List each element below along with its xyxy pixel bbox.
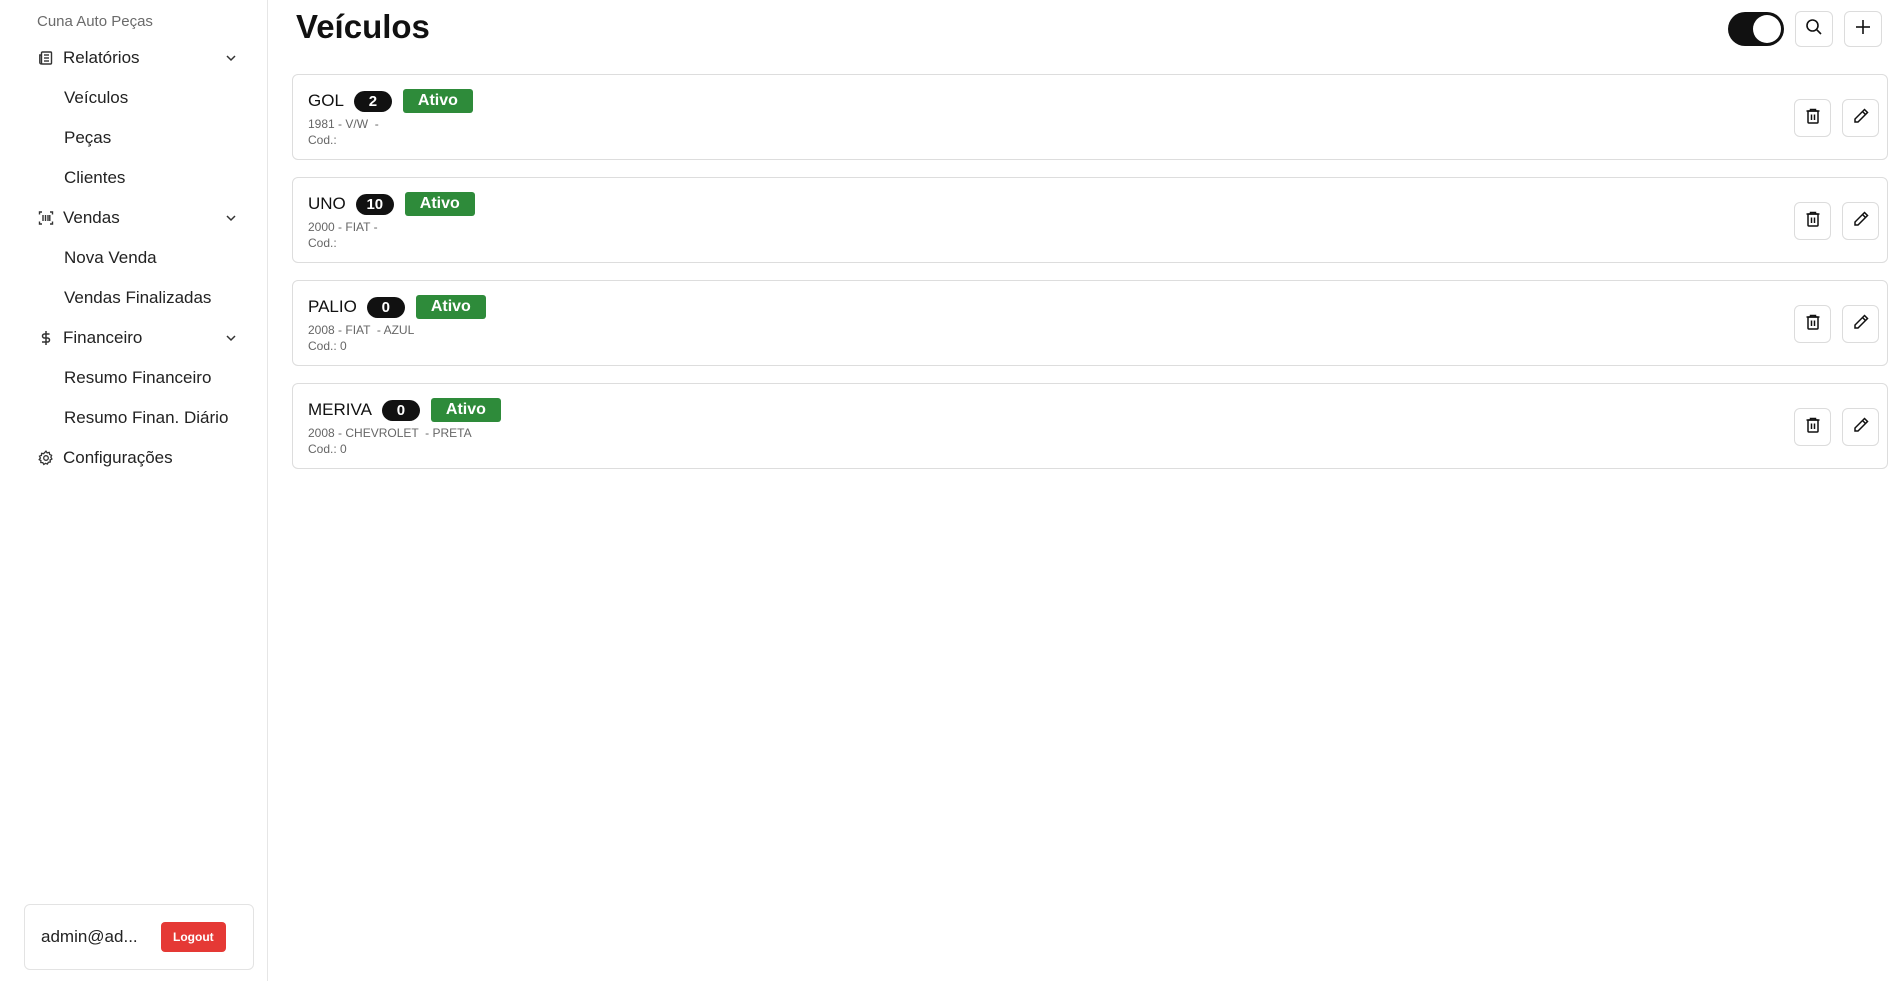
sidebar-nav: Relatórios Veículos Peças Clientes Venda… [0, 38, 268, 478]
main-content: Veículos GOL 2 Ativo 1981 - V/W - Cod.: … [268, 0, 1900, 981]
delete-button[interactable] [1794, 202, 1831, 240]
vehicle-name: GOL [308, 91, 344, 110]
pencil-icon [1852, 313, 1870, 336]
nav-group-financeiro[interactable]: Financeiro [0, 318, 268, 358]
dollar-icon [37, 329, 55, 347]
edit-button[interactable] [1842, 305, 1879, 343]
vehicle-code: Cod.: [308, 133, 337, 147]
trash-icon [1804, 107, 1822, 130]
sidebar-item-clientes[interactable]: Clientes [0, 158, 268, 198]
theme-toggle[interactable] [1728, 12, 1784, 46]
vehicle-card[interactable]: PALIO 0 Ativo 2008 - FIAT - AZUL Cod.: 0 [292, 280, 1888, 366]
sidebar-item-nova-venda[interactable]: Nova Venda [0, 238, 268, 278]
vehicle-details: 2000 - FIAT - [308, 220, 378, 234]
vehicle-details: 2008 - CHEVROLET - PRETA [308, 426, 472, 440]
vehicle-card[interactable]: MERIVA 0 Ativo 2008 - CHEVROLET - PRETA … [292, 383, 1888, 469]
status-badge: Ativo [430, 398, 501, 422]
vehicle-card[interactable]: GOL 2 Ativo 1981 - V/W - Cod.: [292, 74, 1888, 160]
vehicle-name: UNO [308, 194, 346, 213]
quantity-badge: 10 [355, 193, 394, 215]
edit-button[interactable] [1842, 99, 1879, 137]
status-badge: Ativo [402, 89, 473, 113]
plus-icon [1854, 18, 1872, 41]
quantity-badge: 0 [366, 296, 405, 318]
user-box: admin@ad... Logout [24, 904, 254, 970]
vehicle-card[interactable]: UNO 10 Ativo 2000 - FIAT - Cod.: [292, 177, 1888, 263]
pencil-icon [1852, 210, 1870, 233]
pencil-icon [1852, 107, 1870, 130]
card-head: MERIVA 0 Ativo [308, 398, 501, 422]
edit-button[interactable] [1842, 408, 1879, 446]
sidebar: Cuna Auto Peças Relatórios Veículos Peça… [0, 0, 268, 981]
status-badge: Ativo [415, 295, 486, 319]
delete-button[interactable] [1794, 99, 1831, 137]
page-title: Veículos [296, 8, 430, 45]
search-icon [1805, 18, 1823, 41]
delete-button[interactable] [1794, 408, 1831, 446]
vehicle-code: Cod.: 0 [308, 442, 347, 456]
status-badge: Ativo [404, 192, 475, 216]
toolbar [1728, 11, 1882, 47]
add-vehicle-button[interactable] [1844, 11, 1882, 47]
card-actions [1794, 305, 1879, 343]
gear-icon [37, 449, 55, 467]
nav-group-relatorios[interactable]: Relatórios [0, 38, 268, 78]
toggle-knob [1753, 15, 1781, 43]
vehicle-details: 1981 - V/W - [308, 117, 379, 131]
card-actions [1794, 408, 1879, 446]
nav-group-label: Vendas [63, 208, 120, 227]
trash-icon [1804, 210, 1822, 233]
trash-icon [1804, 416, 1822, 439]
card-head: UNO 10 Ativo [308, 192, 475, 216]
card-actions [1794, 99, 1879, 137]
delete-button[interactable] [1794, 305, 1831, 343]
vehicle-code: Cod.: 0 [308, 339, 347, 353]
sidebar-item-vendas-finalizadas[interactable]: Vendas Finalizadas [0, 278, 268, 318]
nav-item-configuracoes[interactable]: Configurações [0, 438, 268, 478]
vehicle-code: Cod.: [308, 236, 337, 250]
search-button[interactable] [1795, 11, 1833, 47]
nav-group-label: Financeiro [63, 328, 143, 347]
pencil-icon [1852, 416, 1870, 439]
nav-item-label: Configurações [63, 448, 173, 467]
nav-group-label: Relatórios [63, 48, 140, 67]
chevron-down-icon [224, 331, 238, 345]
edit-button[interactable] [1842, 202, 1879, 240]
chevron-down-icon [224, 51, 238, 65]
brand-name: Cuna Auto Peças [37, 13, 153, 30]
card-head: GOL 2 Ativo [308, 89, 473, 113]
card-actions [1794, 202, 1879, 240]
vehicle-name: MERIVA [308, 400, 372, 419]
quantity-badge: 0 [381, 399, 420, 421]
newspaper-icon [37, 49, 55, 67]
app: Cuna Auto Peças Relatórios Veículos Peça… [0, 0, 1900, 981]
sidebar-item-veiculos[interactable]: Veículos [0, 78, 268, 118]
sidebar-item-resumo-financeiro[interactable]: Resumo Financeiro [0, 358, 268, 398]
sidebar-item-resumo-finan-diario[interactable]: Resumo Finan. Diário [0, 398, 268, 438]
vehicle-details: 2008 - FIAT - AZUL [308, 323, 415, 337]
sidebar-item-pecas[interactable]: Peças [0, 118, 268, 158]
vehicle-name: PALIO [308, 297, 357, 316]
user-email: admin@ad... [41, 927, 138, 946]
card-head: PALIO 0 Ativo [308, 295, 486, 319]
quantity-badge: 2 [353, 90, 392, 112]
logout-button[interactable]: Logout [161, 922, 226, 952]
barcode-scan-icon [37, 209, 55, 227]
trash-icon [1804, 313, 1822, 336]
nav-group-vendas[interactable]: Vendas [0, 198, 268, 238]
chevron-down-icon [224, 211, 238, 225]
vehicle-list: GOL 2 Ativo 1981 - V/W - Cod.: UNO 10 At… [292, 74, 1888, 486]
